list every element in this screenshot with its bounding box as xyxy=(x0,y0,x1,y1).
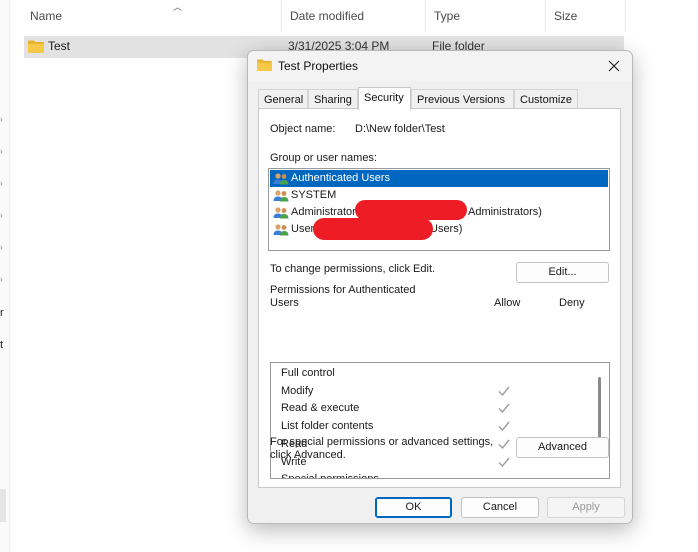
permission-row: List folder contents xyxy=(271,418,597,435)
tab-previous-versions[interactable]: Previous Versions xyxy=(411,89,514,109)
dialog-footer: OK Cancel Apply xyxy=(248,489,632,523)
permission-row: Read & execute xyxy=(271,400,597,417)
tab-security[interactable]: Security xyxy=(358,87,411,110)
user-name-suffix: Users) xyxy=(430,223,463,235)
permission-row: Modify xyxy=(271,383,597,400)
special-permissions-text: For special permissions or advanced sett… xyxy=(270,436,494,448)
expand-chevron-icon[interactable]: › xyxy=(0,244,6,252)
permissions-list[interactable]: Special permissionsWriteReadList folder … xyxy=(270,362,610,479)
expand-chevron-icon[interactable]: › xyxy=(0,180,6,188)
dialog-title: Test Properties xyxy=(278,59,359,73)
user-name-suffix: Administrators) xyxy=(468,206,542,218)
permissions-label-user: Users xyxy=(270,297,299,309)
permission-row: Full control xyxy=(271,365,597,382)
users-group-icon xyxy=(273,190,289,202)
permission-name: Modify xyxy=(281,384,314,397)
folder-icon xyxy=(28,40,44,53)
object-name-value: D:\New folder\Test xyxy=(355,123,445,135)
tab-general[interactable]: General xyxy=(258,89,308,109)
close-icon[interactable] xyxy=(602,54,626,78)
column-header: Name ︿ Date modified Type Size xyxy=(22,0,626,32)
file-name: Test xyxy=(48,39,71,53)
special-permissions-text-2: click Advanced. xyxy=(270,449,346,461)
users-group-icon xyxy=(273,224,289,236)
permission-name: Read & execute xyxy=(281,402,360,415)
tab-strip: General Sharing Security Previous Versio… xyxy=(258,87,624,110)
nav-item-fragment[interactable]: t xyxy=(0,339,3,351)
object-name-label: Object name: xyxy=(270,123,336,135)
allow-check-icon xyxy=(498,386,510,396)
column-type[interactable]: Type xyxy=(426,0,546,32)
permission-name: Special permissions xyxy=(281,473,379,478)
expand-chevron-icon[interactable]: › xyxy=(0,148,6,156)
tab-sharing[interactable]: Sharing xyxy=(308,89,358,109)
redaction-mark xyxy=(313,218,433,240)
redaction-mark xyxy=(355,200,467,220)
nav-selection-indicator xyxy=(0,489,6,522)
ok-button[interactable]: OK xyxy=(375,497,452,518)
nav-item-fragment[interactable]: r xyxy=(0,307,4,319)
users-group-icon xyxy=(273,207,289,219)
security-panel: Object name: D:\New folder\Test Group or… xyxy=(258,108,621,488)
allow-check-icon xyxy=(498,403,510,414)
column-name[interactable]: Name xyxy=(22,0,282,32)
users-group-icon xyxy=(273,173,289,185)
folder-icon xyxy=(257,59,272,71)
user-list[interactable]: Authenticated Users SYSTEM Administrator… xyxy=(268,168,610,251)
apply-button[interactable]: Apply xyxy=(547,497,625,518)
expand-chevron-icon[interactable]: › xyxy=(0,276,6,284)
column-date-modified[interactable]: Date modified xyxy=(282,0,426,32)
expand-chevron-icon[interactable]: › xyxy=(0,212,6,220)
edit-button[interactable]: Edit... xyxy=(516,262,609,283)
user-name: Authenticated Users xyxy=(291,172,391,184)
expand-chevron-icon[interactable]: › xyxy=(0,116,6,124)
allow-header: Allow xyxy=(494,297,521,309)
column-size[interactable]: Size xyxy=(546,0,626,32)
permission-name: Full control xyxy=(281,367,335,379)
allow-check-icon xyxy=(498,421,510,432)
sort-ascending-icon: ︿ xyxy=(173,2,183,12)
properties-dialog: Test Properties General Sharing Security… xyxy=(247,50,633,524)
allow-check-icon xyxy=(498,439,510,449)
permissions-label: Permissions for Authenticated xyxy=(270,284,416,296)
dialog-titlebar[interactable]: Test Properties xyxy=(248,51,632,81)
cancel-button[interactable]: Cancel xyxy=(461,497,539,518)
allow-check-icon xyxy=(498,457,510,467)
deny-header: Deny xyxy=(559,297,585,309)
permission-name: List folder contents xyxy=(281,420,374,433)
permission-row: Special permissions xyxy=(271,471,597,478)
group-label: Group or user names: xyxy=(270,152,377,164)
tab-customize[interactable]: Customize xyxy=(514,89,578,109)
advanced-button[interactable]: Advanced xyxy=(516,437,609,458)
user-name: SYSTEM xyxy=(291,189,337,201)
user-name: Administrators xyxy=(291,206,362,218)
change-permissions-text: To change permissions, click Edit. xyxy=(270,263,436,275)
list-item-authenticated-users[interactable]: Authenticated Users xyxy=(270,170,608,187)
navigation-pane: › › › › › › r t xyxy=(0,0,10,552)
